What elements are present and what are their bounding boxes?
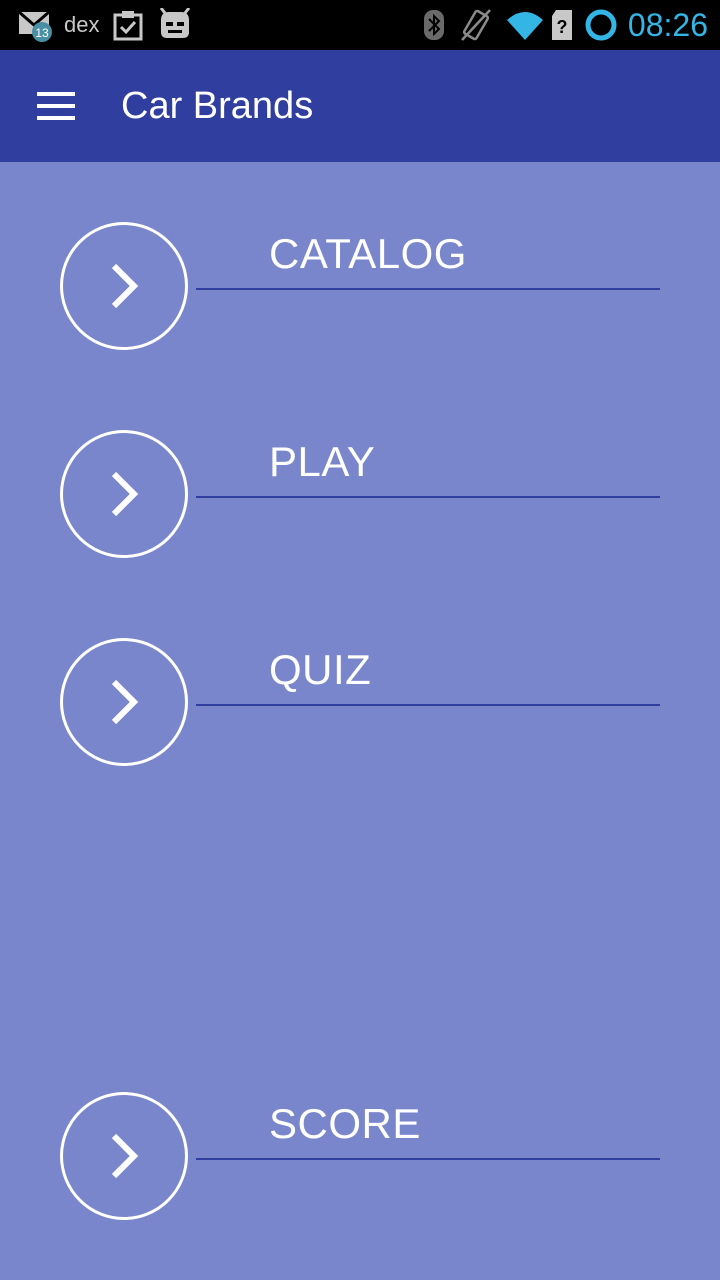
sync-ring-icon bbox=[584, 8, 618, 42]
bluetooth-icon bbox=[422, 8, 446, 42]
navigation-drawer-button[interactable] bbox=[24, 76, 88, 136]
menu-item-play[interactable]: PLAY bbox=[60, 430, 660, 560]
score-circle-button[interactable] bbox=[60, 1092, 188, 1220]
catalog-circle-button[interactable] bbox=[60, 222, 188, 350]
chevron-right-icon bbox=[111, 679, 139, 725]
divider-line bbox=[196, 496, 660, 498]
clipboard-check-icon bbox=[113, 9, 143, 41]
play-circle-button[interactable] bbox=[60, 430, 188, 558]
status-clock: 08:26 bbox=[627, 6, 708, 43]
status-bar-left: 13 dex bbox=[18, 0, 207, 50]
wifi-icon bbox=[506, 8, 544, 42]
quiz-circle-button[interactable] bbox=[60, 638, 188, 766]
status-bar-right: ? 08:26 bbox=[422, 0, 708, 50]
menu-item-label: PLAY bbox=[269, 438, 376, 485]
gmail-icon: 13 bbox=[18, 8, 54, 42]
menu-item-label: CATALOG bbox=[269, 230, 467, 277]
gmail-badge: 13 bbox=[35, 26, 49, 40]
app-bar: Car Brands bbox=[0, 50, 720, 162]
sim-unknown-icon: ? bbox=[550, 8, 574, 42]
menu-item-score[interactable]: SCORE bbox=[60, 1092, 660, 1222]
status-bar: 13 dex ? 08:26 bbox=[0, 0, 720, 50]
menu-item-label: SCORE bbox=[269, 1100, 421, 1147]
divider-line bbox=[196, 1158, 660, 1160]
chevron-right-icon bbox=[111, 1133, 139, 1179]
hamburger-menu-icon bbox=[37, 92, 75, 120]
chevron-right-icon bbox=[111, 263, 139, 309]
svg-text:?: ? bbox=[556, 17, 567, 37]
carrier-text: dex bbox=[64, 12, 100, 37]
menu-item-label: QUIZ bbox=[269, 646, 372, 693]
screen: 13 dex ? 08:26 Car Brands CATALOG PLAY Q… bbox=[0, 0, 720, 1280]
cyanogenmod-icon bbox=[157, 8, 193, 42]
divider-line bbox=[196, 288, 660, 290]
vibrate-icon bbox=[460, 8, 492, 42]
chevron-right-icon bbox=[111, 471, 139, 517]
divider-line bbox=[196, 704, 660, 706]
app-title: Car Brands bbox=[121, 85, 314, 127]
menu-item-quiz[interactable]: QUIZ bbox=[60, 638, 660, 768]
menu-item-catalog[interactable]: CATALOG bbox=[60, 222, 660, 352]
